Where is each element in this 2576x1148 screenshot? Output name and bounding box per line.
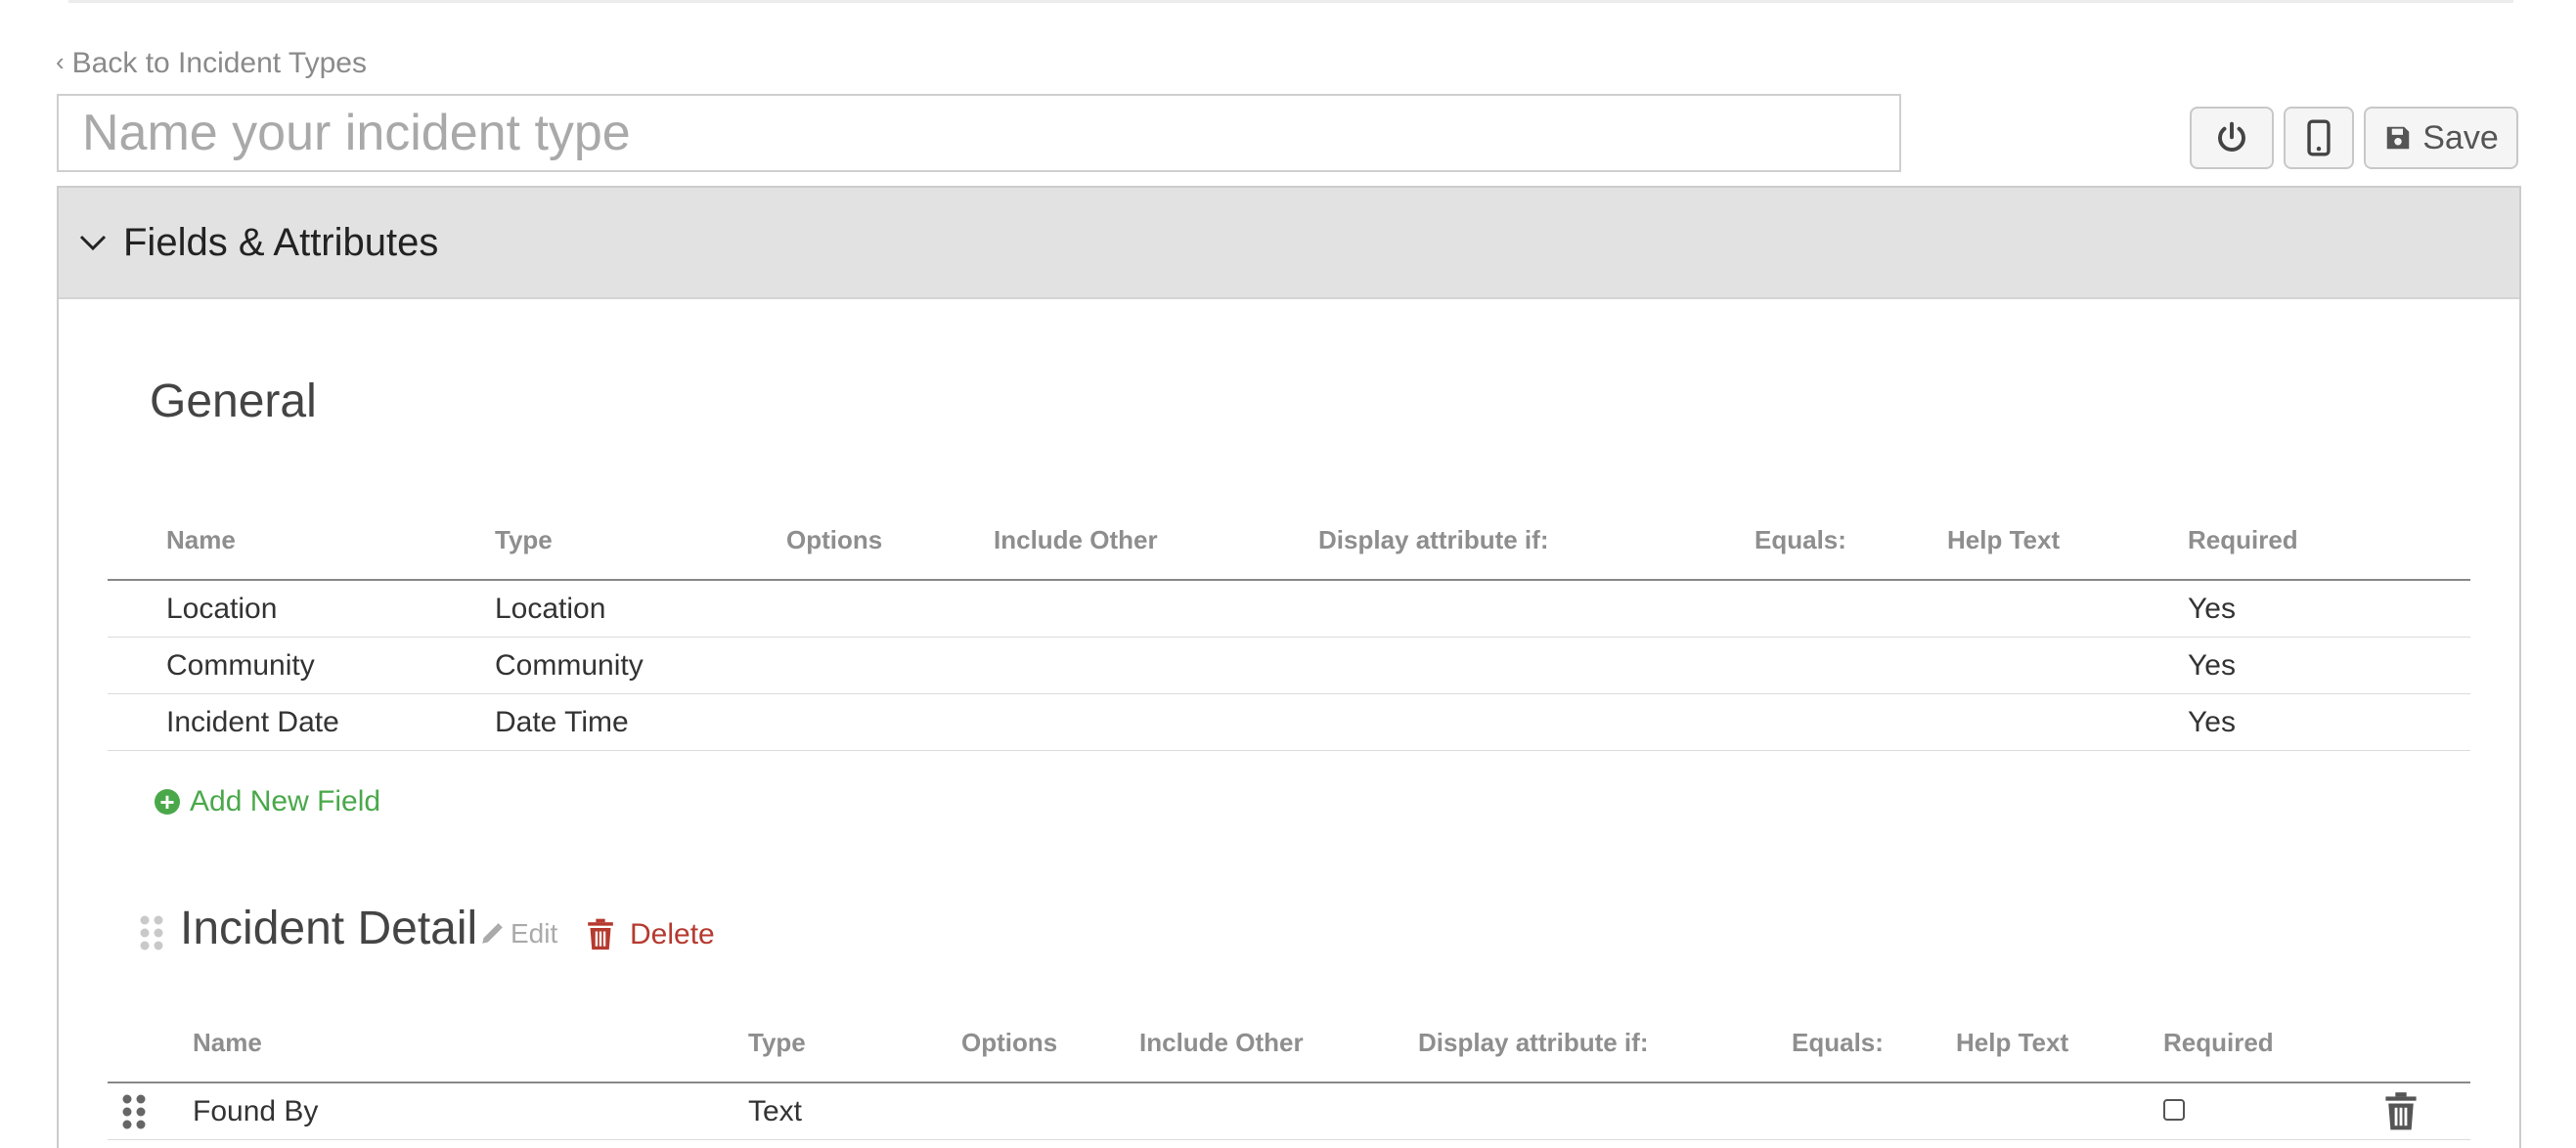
field-name: Location — [166, 580, 495, 638]
column-header-help-text: Help Text — [1956, 1003, 2163, 1083]
table-header-row: Name Type Options Include Other Display … — [108, 501, 2470, 581]
field-display-if — [1418, 1082, 1792, 1140]
field-equals — [1754, 693, 1947, 751]
field-type: Date Time — [495, 693, 786, 751]
field-required: Yes — [2188, 580, 2470, 638]
column-header-help-text: Help Text — [1947, 501, 2188, 581]
edit-section-button[interactable]: Edit — [479, 918, 557, 949]
field-type: Text — [748, 1082, 961, 1140]
back-link-label: Back to Incident Types — [71, 47, 367, 79]
column-header-equals: Equals: — [1754, 501, 1947, 581]
field-required: Yes — [2188, 693, 2470, 751]
edit-label: Edit — [511, 918, 558, 949]
trash-icon[interactable] — [2384, 1091, 2418, 1131]
delete-label: Delete — [630, 918, 715, 950]
field-display-if — [1318, 580, 1754, 638]
field-options — [786, 693, 994, 751]
field-name: Incident Date — [166, 693, 495, 751]
mobile-preview-button[interactable] — [2284, 107, 2354, 169]
panel-title: Fields & Attributes — [123, 220, 439, 264]
field-type: Location — [495, 580, 786, 638]
column-header-type: Type — [748, 1003, 961, 1083]
save-icon — [2387, 126, 2410, 150]
top-divider — [68, 0, 2513, 3]
toggle-active-button[interactable] — [2190, 107, 2274, 169]
field-required: Yes — [2188, 637, 2470, 694]
column-header-display-if: Display attribute if: — [1418, 1003, 1792, 1083]
delete-section-button[interactable]: Delete — [587, 918, 715, 951]
field-include-other — [1139, 1082, 1418, 1140]
field-options — [786, 637, 994, 694]
column-header-options: Options — [786, 501, 994, 581]
field-equals — [1792, 1082, 1956, 1140]
field-help-text — [1956, 1082, 2163, 1140]
chevron-down-icon — [79, 235, 107, 251]
field-help-text — [1947, 637, 2188, 694]
column-header-display-if: Display attribute if: — [1318, 501, 1754, 581]
field-include-other — [994, 693, 1318, 751]
save-label: Save — [2422, 118, 2499, 156]
field-help-text — [1947, 693, 2188, 751]
field-equals — [1754, 637, 1947, 694]
table-row[interactable]: Location Location Yes — [108, 580, 2470, 638]
general-fields-table: Name Type Options Include Other Display … — [108, 501, 2470, 751]
column-header-options: Options — [961, 1003, 1139, 1083]
incident-detail-section-title: Incident Detail — [180, 903, 478, 954]
add-new-field-label: Add New Field — [190, 785, 381, 817]
column-header-equals: Equals: — [1792, 1003, 1956, 1083]
back-to-incident-types-link[interactable]: ‹ Back to Incident Types — [56, 47, 367, 80]
field-name: Found By — [193, 1082, 748, 1140]
pencil-icon — [482, 923, 503, 944]
chevron-left-icon: ‹ — [56, 46, 65, 76]
table-header-row: Name Type Options Include Other Display … — [108, 1003, 2470, 1083]
field-name: Community — [166, 637, 495, 694]
row-drag-handle-icon[interactable] — [119, 1092, 149, 1131]
required-checkbox[interactable] — [2163, 1098, 2185, 1121]
section-drag-handle-icon[interactable] — [137, 913, 166, 952]
column-header-name: Name — [166, 501, 495, 581]
field-display-if — [1318, 693, 1754, 751]
column-header-required: Required — [2188, 501, 2470, 581]
field-options — [961, 1082, 1139, 1140]
field-include-other — [994, 637, 1318, 694]
column-header-include-other: Include Other — [1139, 1003, 1418, 1083]
plus-circle-icon: + — [155, 789, 180, 815]
fields-attributes-toggle[interactable]: Fields & Attributes — [59, 188, 2519, 299]
column-header-include-other: Include Other — [994, 501, 1318, 581]
incident-type-name-input[interactable] — [57, 94, 1901, 172]
mobile-icon — [2307, 119, 2331, 156]
column-header-required: Required — [2163, 1003, 2384, 1083]
incident-type-editor: ‹ Back to Incident Types Save Fields & A… — [0, 0, 2576, 1148]
column-header-type: Type — [495, 501, 786, 581]
trash-icon — [588, 918, 613, 950]
general-section-title: General — [150, 375, 317, 427]
add-new-field-button[interactable]: + Add New Field — [155, 785, 380, 818]
field-display-if — [1318, 637, 1754, 694]
field-include-other — [994, 580, 1318, 638]
power-icon — [2218, 121, 2245, 152]
column-header-name: Name — [193, 1003, 748, 1083]
field-options — [786, 580, 994, 638]
field-equals — [1754, 580, 1947, 638]
incident-detail-fields-table: Name Type Options Include Other Display … — [108, 1003, 2470, 1140]
field-help-text — [1947, 580, 2188, 638]
table-row[interactable]: Incident Date Date Time Yes — [108, 693, 2470, 751]
table-row[interactable]: Community Community Yes — [108, 637, 2470, 694]
table-row[interactable]: Found By Text — [108, 1082, 2470, 1140]
field-type: Community — [495, 637, 786, 694]
save-button[interactable]: Save — [2364, 107, 2518, 169]
